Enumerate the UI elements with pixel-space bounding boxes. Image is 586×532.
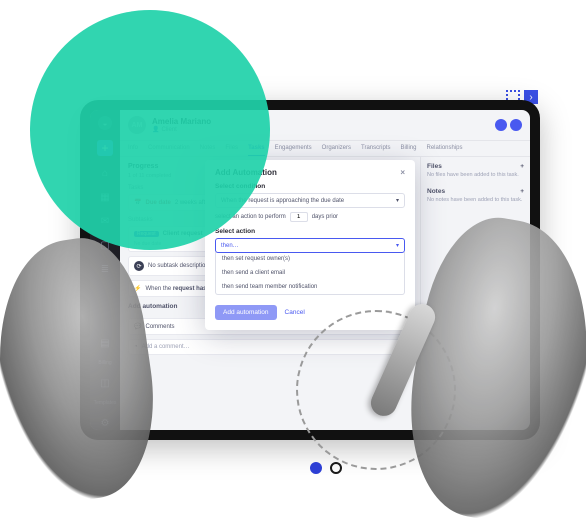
files-heading: Files+ (427, 163, 524, 170)
notes-empty: No notes have been added to this task. (427, 197, 524, 203)
decor-black-ring (330, 462, 342, 474)
chevron-down-icon: ▾ (396, 242, 399, 249)
days-input[interactable] (290, 212, 308, 222)
decor-teal-circle (30, 10, 270, 250)
subtask-empty-text: No subtask description (148, 263, 209, 269)
close-icon[interactable]: × (400, 168, 405, 177)
add-note-icon[interactable]: + (520, 188, 524, 195)
add-file-icon[interactable]: + (520, 163, 524, 170)
files-empty: No files have been added to this task. (427, 172, 524, 178)
days-prior-row: select an action to perform days prior (215, 212, 405, 222)
comment-placeholder: Add a comment… (142, 344, 190, 350)
add-automation-button[interactable]: Add automation (215, 305, 277, 320)
action-option-owners[interactable]: then set request owner(s) (216, 252, 404, 266)
action-label: Select action (215, 228, 405, 235)
tab-transcripts[interactable]: Transcripts (361, 141, 390, 156)
action-option-team-notify[interactable]: then send team member notification (216, 280, 404, 294)
header-actions (495, 119, 522, 131)
action-option-client-email[interactable]: then send a client email (216, 266, 404, 280)
action-value: then… (221, 243, 239, 249)
tab-organizers[interactable]: Organizers (322, 141, 351, 156)
modal-actions: Add automation Cancel (215, 305, 405, 320)
tab-relationships[interactable]: Relationships (426, 141, 462, 156)
comment-input-row[interactable]: ◔ Add a comment… (128, 339, 412, 355)
inline-suffix: days prior (312, 214, 338, 220)
action-dropdown: then set request owner(s) then send a cl… (215, 252, 405, 295)
action-select[interactable]: then… ▾ (215, 238, 405, 253)
tab-billing[interactable]: Billing (400, 141, 416, 156)
chevron-down-icon: ▾ (396, 197, 399, 204)
decor-blue-dot (310, 462, 322, 474)
cancel-button[interactable]: Cancel (285, 309, 305, 316)
notes-heading: Notes+ (427, 188, 524, 195)
tab-engagements[interactable]: Engagements (275, 141, 312, 156)
header-action-2[interactable] (510, 119, 522, 131)
automation-icon: ⟳ (134, 261, 144, 271)
header-action-1[interactable] (495, 119, 507, 131)
comments-label: Comments (145, 324, 174, 330)
